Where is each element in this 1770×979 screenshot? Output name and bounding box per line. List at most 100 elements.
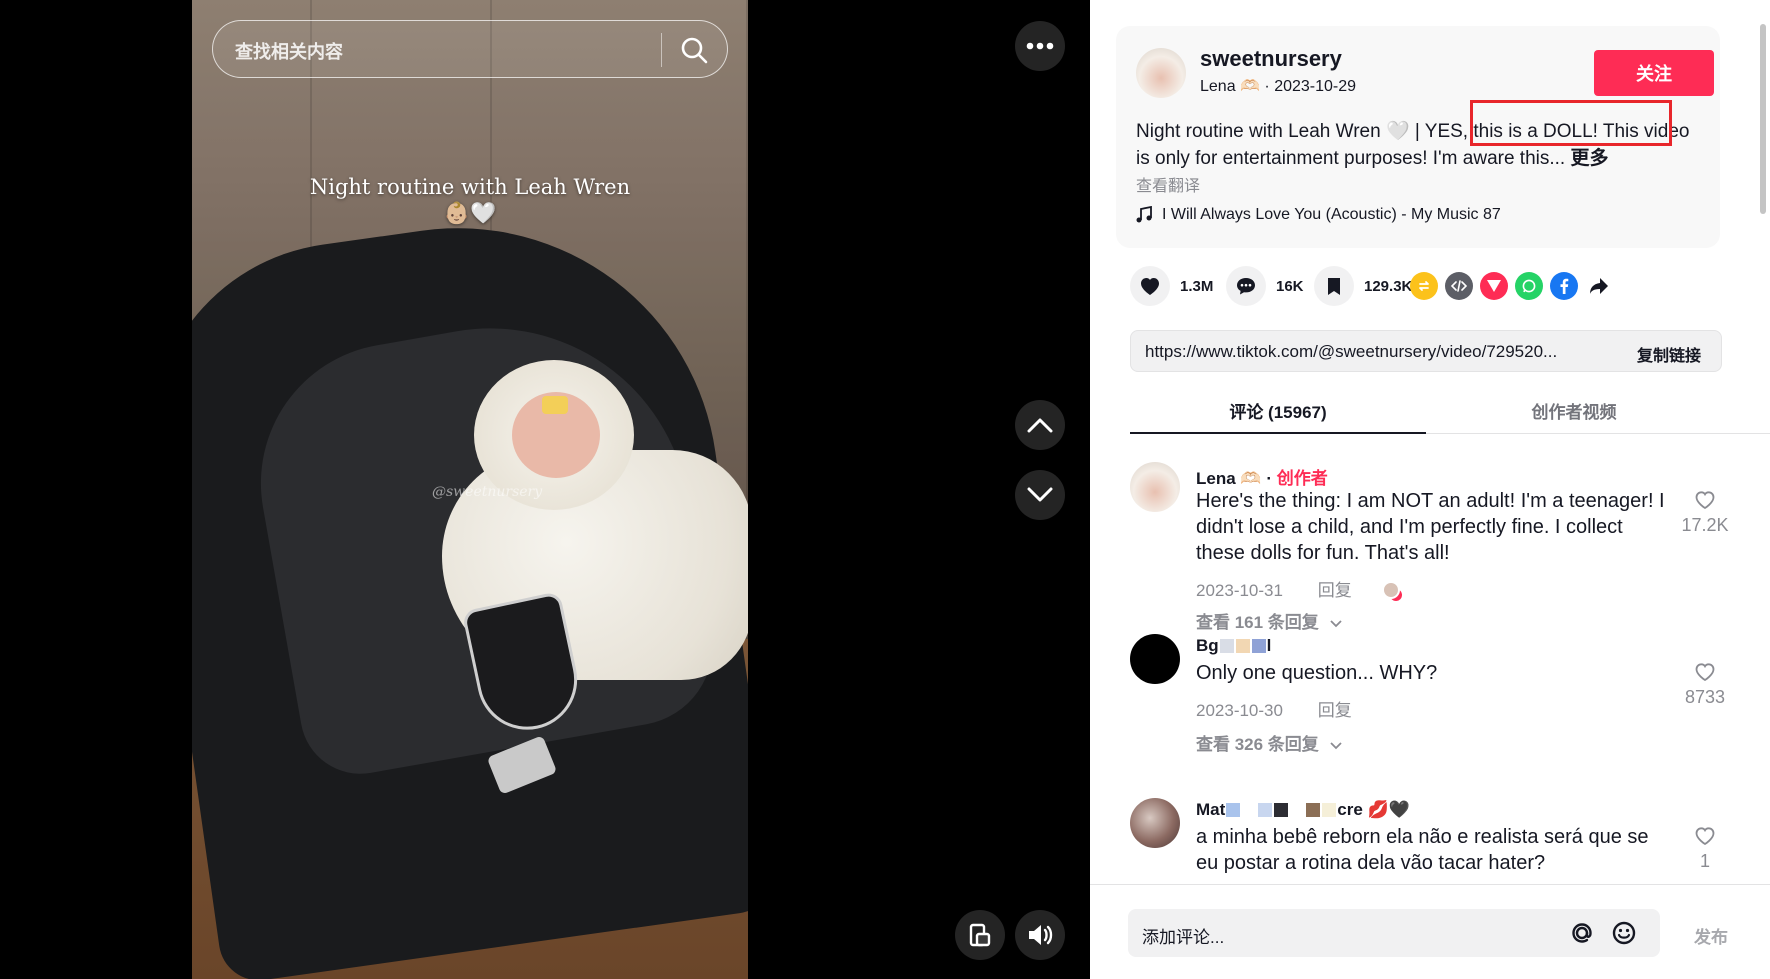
commenter-name-suffix[interactable]: cre 💋🖤 (1337, 800, 1410, 819)
chevron-down-icon (1027, 487, 1053, 502)
description-more-link[interactable]: 更多 (1571, 148, 1609, 169)
view-replies-link[interactable]: 查看 326 条回复 (1196, 730, 1342, 755)
facebook-icon[interactable] (1550, 272, 1578, 300)
repost-icon[interactable] (1410, 272, 1438, 300)
comment-bubble-icon (1237, 278, 1255, 295)
next-video-button[interactable] (1015, 470, 1065, 520)
commenter-name-suffix[interactable]: l (1267, 636, 1272, 655)
annotation-highlight-box (1470, 100, 1672, 146)
heart-outline-icon[interactable] (1694, 826, 1716, 846)
comment-meta: 2023-10-31 回复 (1196, 576, 1401, 601)
redaction-mosaic (1251, 639, 1266, 653)
music-link[interactable]: I Will Always Love You (Acoustic) - My M… (1136, 206, 1501, 224)
commenter-avatar[interactable] (1130, 462, 1180, 512)
music-title[interactable]: I Will Always Love You (Acoustic) - My M… (1162, 206, 1501, 224)
previous-video-button[interactable] (1015, 400, 1065, 450)
search-divider (661, 33, 662, 67)
author-avatar[interactable] (1136, 48, 1186, 98)
commenter-name[interactable]: Lena 🫶🏻 (1196, 469, 1262, 488)
tab-comments[interactable]: 评论 (15967) (1130, 398, 1426, 434)
heart-outline-icon[interactable] (1694, 490, 1716, 510)
action-bar: 1.3M 16K 129.3K (1130, 266, 1730, 312)
commenter-avatar[interactable] (1130, 798, 1180, 848)
embed-icon[interactable] (1445, 272, 1473, 300)
post-comment-button[interactable]: 发布 (1694, 923, 1728, 948)
comment-button[interactable] (1226, 266, 1266, 306)
description-part-1: Night routine with Leah Wren 🤍 | (1136, 121, 1425, 142)
save-action[interactable]: 129.3K (1314, 266, 1412, 306)
like-button[interactable] (1130, 266, 1170, 306)
pip-button[interactable] (955, 910, 1005, 960)
share-arrow-icon[interactable] (1585, 272, 1613, 300)
baby-bow (542, 396, 568, 414)
emoji-icon[interactable] (1610, 919, 1638, 952)
chevron-down-icon (1324, 613, 1342, 632)
redaction-mosaic (1258, 803, 1273, 817)
video-watermark: @sweetnursery (432, 484, 543, 500)
redaction-mosaic (1242, 803, 1257, 817)
commenter-avatar[interactable] (1130, 634, 1180, 684)
creator-badge: 创作者 (1276, 469, 1328, 488)
commenter-name[interactable]: Bg (1196, 636, 1219, 655)
comment-like[interactable]: 17.2K (1680, 490, 1730, 536)
comment-date: 2023-10-30 (1196, 701, 1283, 720)
comment-text: Here's the thing: I am NOT an adult! I'm… (1196, 490, 1665, 564)
video-search-bar[interactable]: 查找相关内容 (212, 20, 728, 78)
follow-button[interactable]: 关注 (1594, 50, 1714, 96)
view-replies-link[interactable]: 查看 161 条回复 (1196, 608, 1342, 633)
comment-item: Lena 🫶🏻 · 创作者 Here's the thing: I am NOT… (1130, 462, 1730, 632)
whatsapp-icon[interactable] (1515, 272, 1543, 300)
name-separator: · (1266, 469, 1277, 488)
comment-like[interactable]: 8733 (1680, 662, 1730, 708)
comment-input-placeholder[interactable]: 添加评论... (1142, 923, 1224, 948)
video-player-area[interactable]: 查找相关内容 Night routine with Leah Wren 👶🏼🤍 … (0, 0, 1090, 979)
comment-like[interactable]: 1 (1680, 826, 1730, 872)
panel-scrollbar[interactable] (1760, 24, 1766, 214)
reply-button[interactable]: 回复 (1318, 581, 1352, 600)
redaction-mosaic (1219, 639, 1234, 653)
chevron-down-icon (1324, 735, 1342, 754)
author-username[interactable]: sweetnursery (1200, 46, 1342, 72)
comment-meta: 2023-10-30 回复 (1196, 696, 1352, 721)
author-separator: · (1264, 78, 1275, 95)
share-url[interactable]: https://www.tiktok.com/@sweetnursery/vid… (1145, 342, 1585, 362)
share-link-box[interactable]: https://www.tiktok.com/@sweetnursery/vid… (1130, 330, 1722, 372)
view-replies-label[interactable]: 查看 161 条回复 (1196, 613, 1319, 632)
comment-text: a minha bebê reborn ela não e realista s… (1196, 826, 1649, 874)
commenter-name-line: Bg l (1196, 636, 1271, 656)
more-options-button[interactable] (1015, 21, 1065, 71)
bookmark-icon (1328, 278, 1340, 295)
mention-icon[interactable] (1568, 919, 1596, 952)
search-icon[interactable] (679, 35, 709, 65)
more-dots-icon (1026, 42, 1054, 50)
video-search-placeholder[interactable]: 查找相关内容 (235, 38, 343, 64)
creator-liked-avatar (1382, 581, 1401, 599)
speaker-icon (1029, 925, 1053, 945)
picture-in-picture-icon (969, 923, 991, 947)
like-count: 1.3M (1180, 277, 1214, 295)
comment-action[interactable]: 16K (1226, 266, 1304, 306)
heart-icon (1141, 278, 1159, 295)
like-action[interactable]: 1.3M (1130, 266, 1213, 306)
panel-tabs: 评论 (15967) 创作者视频 (1130, 390, 1770, 434)
comment-item: Bg l Only one question... WHY? 2023-10-30… (1130, 634, 1730, 754)
volume-button[interactable] (1015, 910, 1065, 960)
details-panel: sweetnursery Lena 🫶🏻 · 2023-10-29 关注 Nig… (1090, 0, 1770, 979)
comment-composer: 添加评论... 发布 (1090, 884, 1770, 979)
heart-outline-icon[interactable] (1694, 662, 1716, 682)
commenter-name[interactable]: Mat (1196, 800, 1225, 819)
send-to-friends-icon[interactable] (1480, 272, 1508, 300)
reply-button[interactable]: 回复 (1318, 701, 1352, 720)
redaction-mosaic (1322, 803, 1337, 817)
view-replies-label[interactable]: 查看 326 条回复 (1196, 735, 1319, 754)
save-button[interactable] (1314, 266, 1354, 306)
translate-link[interactable]: 查看翻译 (1136, 172, 1200, 196)
comment-list: Lena 🫶🏻 · 创作者 Here's the thing: I am NOT… (1130, 462, 1730, 880)
commenter-name-line: Mat cre 💋🖤 (1196, 800, 1410, 820)
tab-creator-videos[interactable]: 创作者视频 (1426, 398, 1722, 423)
comment-input[interactable]: 添加评论... (1128, 909, 1660, 957)
copy-link-button[interactable]: 复制链接 (1637, 342, 1701, 366)
comment-date: 2023-10-31 (1196, 581, 1283, 600)
redaction-mosaic (1290, 803, 1305, 817)
comment-count: 16K (1276, 277, 1304, 295)
